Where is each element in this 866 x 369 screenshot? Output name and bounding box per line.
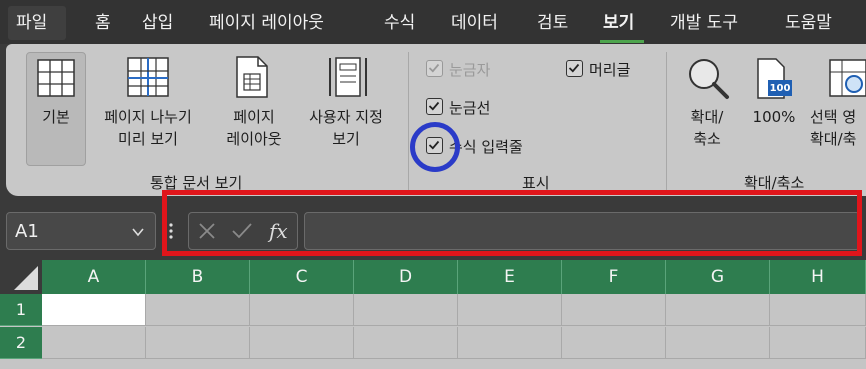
column-header-a[interactable]: A xyxy=(42,260,146,294)
worksheet-grid: A B C D E F G H 1 2 xyxy=(0,260,866,369)
column-header-e[interactable]: E xyxy=(458,260,562,294)
headings-label[interactable]: 머리글 xyxy=(589,61,630,79)
cell-a2[interactable] xyxy=(42,327,146,359)
tab-review[interactable]: 검토 xyxy=(537,10,568,36)
ruler-label: 눈금자 xyxy=(449,61,491,79)
name-box-value[interactable]: A1 xyxy=(15,221,39,242)
gridlines-checkbox[interactable] xyxy=(426,98,443,115)
magnifier-icon[interactable] xyxy=(686,56,730,104)
group-separator xyxy=(408,52,409,192)
active-tab-indicator xyxy=(600,40,644,43)
tab-data[interactable]: 데이터 xyxy=(451,10,498,36)
headings-checkbox-row[interactable]: 머리글 xyxy=(566,59,630,81)
cell-c2[interactable] xyxy=(250,327,354,359)
normal-grid-icon xyxy=(36,58,76,102)
page-break-preview-label[interactable]: 페이지 나누기 미리 보기 xyxy=(90,106,206,150)
highlight-formula-bar xyxy=(162,190,862,256)
tab-file[interactable]: 파일 xyxy=(16,10,47,36)
page-layout-view-label[interactable]: 페이지 레이아웃 xyxy=(214,106,294,150)
cell-e1[interactable] xyxy=(458,294,562,326)
tab-page-layout[interactable]: 페이지 레이아웃 xyxy=(209,10,324,36)
column-header-b[interactable]: B xyxy=(146,260,250,294)
row-header-1[interactable]: 1 xyxy=(0,294,42,326)
zoom-100-icon-text: 100 xyxy=(769,83,791,94)
gridlines-checkbox-row[interactable]: 눈금선 xyxy=(426,97,490,119)
column-header-g[interactable]: G xyxy=(666,260,770,294)
formula-bar-label[interactable]: 수식 입력줄 xyxy=(449,138,523,156)
column-header-c[interactable]: C xyxy=(250,260,354,294)
cell-h1[interactable] xyxy=(770,294,866,326)
page-break-preview-icon[interactable] xyxy=(126,56,170,102)
name-box[interactable]: A1 xyxy=(6,212,156,250)
tab-home[interactable]: 홈 xyxy=(95,10,111,36)
zoom-100-label[interactable]: 100% xyxy=(742,106,806,128)
cell-b1[interactable] xyxy=(146,294,250,326)
ruler-checkbox-row: 눈금자 xyxy=(426,59,490,81)
cell-d2[interactable] xyxy=(354,327,458,359)
zoom-to-selection-icon[interactable] xyxy=(828,58,866,102)
custom-views-icon[interactable] xyxy=(328,54,368,104)
page-layout-icon[interactable] xyxy=(234,54,270,104)
cell-f1[interactable] xyxy=(562,294,666,326)
cell-g1[interactable] xyxy=(666,294,770,326)
tab-formulas[interactable]: 수식 xyxy=(384,10,415,36)
tab-developer[interactable]: 개발 도구 xyxy=(670,10,738,36)
normal-view-label: 기본 xyxy=(42,108,70,126)
chevron-down-icon[interactable] xyxy=(131,213,145,266)
cell-c1[interactable] xyxy=(250,294,354,326)
custom-views-label[interactable]: 사용자 지정 보기 xyxy=(296,106,396,150)
column-header-d[interactable]: D xyxy=(354,260,458,294)
row-header-2[interactable]: 2 xyxy=(0,327,42,359)
gridlines-label[interactable]: 눈금선 xyxy=(449,99,490,117)
tab-help[interactable]: 도움말 xyxy=(785,10,832,36)
ribbon-view: 기본 페이지 나누기 미리 보기 페이지 레이아웃 사용자 지정 보기 통합 문… xyxy=(6,44,866,196)
zoom-100-icon[interactable]: 100 xyxy=(754,56,794,102)
tab-view[interactable]: 보기 xyxy=(603,10,634,36)
highlight-formula-bar-checkbox xyxy=(410,122,460,172)
cell-e2[interactable] xyxy=(458,327,562,359)
cell-h2[interactable] xyxy=(770,327,866,359)
cell-f2[interactable] xyxy=(562,327,666,359)
cell-b2[interactable] xyxy=(146,327,250,359)
cell-a1[interactable] xyxy=(42,294,146,326)
tab-insert[interactable]: 삽입 xyxy=(142,10,173,36)
zoom-to-selection-label[interactable]: 선택 영 확대/축 xyxy=(810,106,866,150)
cell-d1[interactable] xyxy=(354,294,458,326)
select-all-button[interactable] xyxy=(0,260,42,294)
ribbon-tabs: 파일 홈 삽입 페이지 레이아웃 수식 데이터 검토 보기 개발 도구 도움말 xyxy=(0,0,866,44)
column-header-h[interactable]: H xyxy=(770,260,866,294)
headings-checkbox[interactable] xyxy=(566,60,583,77)
group-separator xyxy=(666,52,667,192)
zoom-label[interactable]: 확대/ 축소 xyxy=(676,106,738,150)
cell-g2[interactable] xyxy=(666,327,770,359)
column-header-f[interactable]: F xyxy=(562,260,666,294)
ruler-checkbox xyxy=(426,60,443,77)
